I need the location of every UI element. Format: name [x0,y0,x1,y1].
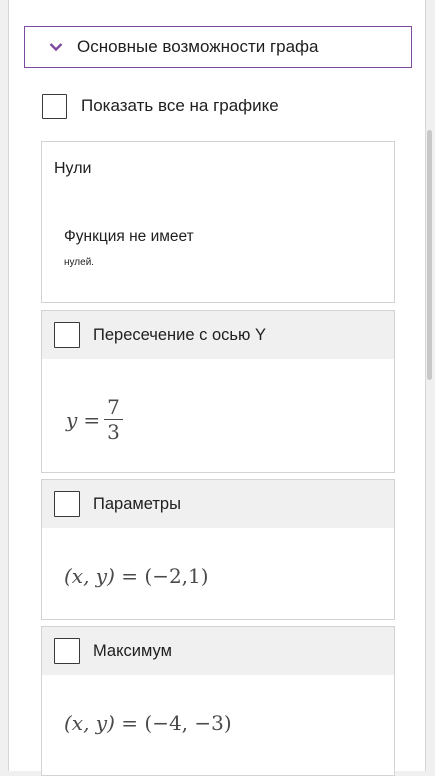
header-title: Основные возможности графа [77,37,319,56]
fraction-denominator: 3 [107,420,120,444]
scrollbar-thumb[interactable] [427,130,432,380]
formula-lhs: (x, y) [64,564,115,588]
zeros-title: Нули [54,160,92,177]
zeros-text-line1: Функция не имеет [64,228,194,245]
maximum-checkbox[interactable] [54,638,80,664]
y-intercept-formula: y = 7 3 [66,395,123,444]
formula-rhs: (−4, −3) [144,711,232,735]
parameters-label: Параметры [93,494,181,513]
show-all-label: Показать все на графике [81,96,279,115]
fraction-numerator: 7 [104,395,123,420]
zeros-card: Нули Функция не имеет нулей. [41,141,395,303]
formula-equals: = [121,564,145,588]
maximum-header[interactable]: Максимум [42,627,394,675]
chevron-down-icon [49,42,63,52]
maximum-label: Максимум [93,641,172,660]
show-all-checkbox[interactable] [42,93,67,119]
formula-fraction: 7 3 [104,395,123,444]
parameters-checkbox[interactable] [54,491,80,517]
formula-var: y [66,407,78,432]
formula-rhs: (−2,1) [144,564,209,588]
parameters-formula: (x, y) = (−2,1) [64,564,209,588]
parameters-header[interactable]: Параметры [42,480,394,528]
y-intercept-label: Пересечение с осью Y [93,325,266,344]
y-intercept-card: Пересечение с осью Y y = 7 3 [41,310,395,473]
y-intercept-header[interactable]: Пересечение с осью Y [42,311,394,359]
parameters-card: Параметры (x, y) = (−2,1) [41,479,395,620]
formula-equals: = [83,407,101,432]
graph-features-header[interactable]: Основные возможности графа [24,26,412,68]
show-all-on-graph-toggle[interactable]: Показать все на графике [42,92,279,120]
y-intercept-checkbox[interactable] [54,322,80,348]
maximum-card: Максимум (x, y) = (−4, −3) [41,626,395,776]
formula-equals: = [121,711,145,735]
maximum-formula: (x, y) = (−4, −3) [64,711,232,735]
formula-lhs: (x, y) [64,711,115,735]
zeros-text-line2: нулей. [64,257,95,268]
